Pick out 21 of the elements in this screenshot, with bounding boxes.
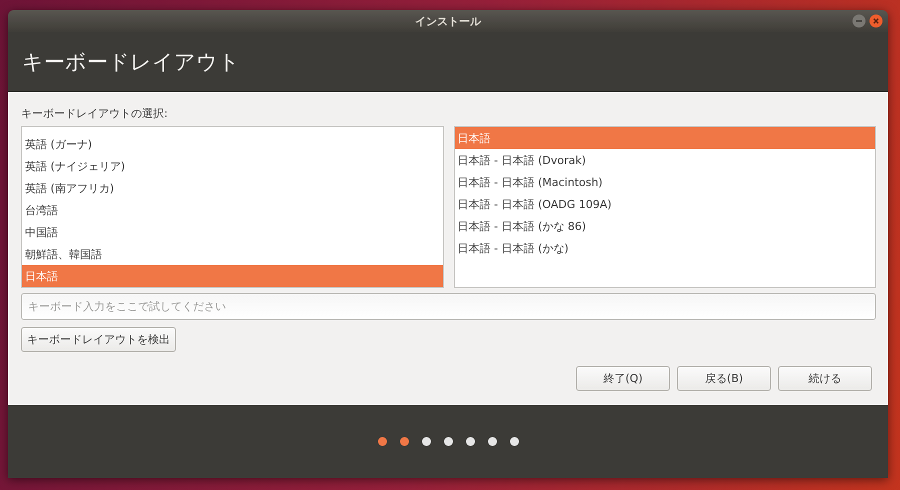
- variant-item[interactable]: 日本語 - 日本語 (かな): [454, 237, 875, 259]
- variant-item[interactable]: 日本語 - 日本語 (OADG 109A): [454, 193, 875, 215]
- page-title: キーボードレイアウト: [22, 48, 240, 76]
- nav-button[interactable]: 続ける: [778, 366, 872, 391]
- language-item[interactable]: 英語 (ナイジェリア): [22, 155, 442, 177]
- nav-button[interactable]: 終了(Q): [576, 366, 670, 391]
- detect-button[interactable]: キーボードレイアウトを検出: [21, 327, 176, 352]
- variant-item[interactable]: 日本語 - 日本語 (Macintosh): [454, 171, 875, 193]
- variant-item[interactable]: 日本語 - 日本語 (Dvorak): [454, 149, 875, 171]
- test-field[interactable]: キーボード入力をここで試してください: [21, 293, 876, 320]
- minimize-icon[interactable]: [852, 14, 866, 28]
- language-item[interactable]: 中国語: [22, 221, 442, 243]
- language-item[interactable]: 英語 (南アフリカ): [22, 177, 442, 199]
- language-item[interactable]: 英語 (ガーナ): [22, 133, 442, 155]
- variant-item[interactable]: 日本語 - 日本語 (かな 86): [454, 215, 875, 237]
- language-item[interactable]: 台湾語: [22, 199, 442, 221]
- section-label: キーボードレイアウトの選択:: [21, 106, 169, 121]
- nav-button[interactable]: 戻る(B): [677, 366, 771, 391]
- window-title: インストール: [415, 14, 481, 28]
- close-icon[interactable]: [869, 14, 883, 28]
- language-item[interactable]: 朝鮮語、韓国語: [22, 243, 442, 265]
